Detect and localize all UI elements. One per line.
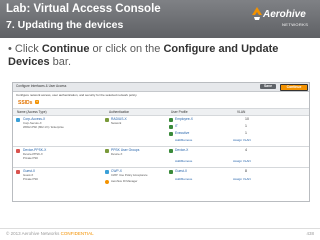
- profile-link[interactable]: Employee-X: [175, 117, 193, 121]
- ssid-sub2: Private PSK: [23, 177, 39, 181]
- ssid-icon: [16, 149, 20, 153]
- logo-word: Aerohive: [263, 9, 306, 20]
- id-manager-label: Aerohive ID Manager: [111, 179, 138, 183]
- table-row: Device-PPSK-X Device-PPSK-X Private PSK …: [13, 147, 309, 168]
- profile-link[interactable]: Device-X: [175, 148, 188, 152]
- table-row: Guest-X Guest-X Private PSK CWP-X CWP: U…: [13, 168, 309, 198]
- id-manager-icon: [105, 180, 109, 184]
- bullet: •: [8, 43, 12, 55]
- toolbar-title: Configure Interfaces & User Access: [16, 84, 67, 88]
- instruction-text: • Click Continue or click on the Configu…: [8, 43, 308, 69]
- col-name: Name (Access Type): [17, 110, 47, 114]
- profile-link[interactable]: IT: [175, 124, 178, 128]
- instruction-prefix: Click: [14, 43, 42, 55]
- vlan-value: 8: [245, 169, 247, 173]
- footer-divider: [0, 228, 320, 229]
- slide-subtitle: 7. Updating the devices: [6, 19, 124, 31]
- table-header: Name (Access Type) Authentication User P…: [13, 108, 309, 116]
- screenshot-panel: Configure Interfaces & User Access Save …: [12, 82, 310, 202]
- user-profile-icon: [169, 118, 173, 122]
- auth-sub: Network: [111, 121, 122, 125]
- radius-icon: [105, 118, 109, 122]
- slide-header: Lab: Virtual Access Console 7. Updating …: [0, 0, 320, 38]
- vlan-value: 4: [245, 148, 247, 152]
- vlan-value: 1: [245, 124, 247, 128]
- aerohive-logo: Aerohive NETWORKS: [252, 6, 314, 32]
- ssid-label: SSIDs: [18, 100, 33, 106]
- configure-update-bar[interactable]: Configure Interfaces & User Access Save …: [13, 83, 309, 92]
- save-button[interactable]: Save: [260, 84, 276, 89]
- aerohive-logo-icon: [252, 7, 262, 20]
- user-group-icon: [105, 149, 109, 153]
- instruction-continue: Continue: [41, 43, 90, 55]
- add-ssid-button[interactable]: +: [35, 100, 39, 104]
- vlan-value: 1: [245, 131, 247, 135]
- assign-vlan-link[interactable]: Assign VLAN: [233, 177, 251, 181]
- confidential-label: CONFIDENTIAL: [60, 231, 94, 236]
- col-user-profile: User Profile: [171, 110, 188, 114]
- auth-sub: Device-X: [111, 152, 123, 156]
- ssid-sub2: Private PSK: [23, 156, 39, 160]
- panel-description: Configure network access, user authentic…: [16, 93, 138, 97]
- add-remove-link[interactable]: Add/Remove: [175, 138, 192, 142]
- page-number: 438: [306, 231, 314, 236]
- logo-subtext: NETWORKS: [282, 22, 309, 27]
- profile-link[interactable]: Executive: [175, 131, 189, 135]
- copyright-text: © 2013 Aerohive Networks: [6, 231, 61, 236]
- slide: Lab: Virtual Access Console 7. Updating …: [0, 0, 320, 240]
- instruction-suffix: bar.: [49, 56, 71, 68]
- ssid-icon: [16, 118, 20, 122]
- assign-vlan-link[interactable]: Assign VLAN: [233, 138, 251, 142]
- col-auth: Authentication: [109, 110, 130, 114]
- vlan-value: 10: [245, 117, 249, 121]
- user-profile-icon: [169, 125, 173, 129]
- auth-sub: CWP: Use Policy Acceptance: [111, 173, 148, 177]
- ssid-icon: [16, 170, 20, 174]
- slide-title: Lab: Virtual Access Console: [6, 3, 161, 15]
- user-profile-icon: [169, 170, 173, 174]
- assign-vlan-link[interactable]: Assign VLAN: [233, 159, 251, 163]
- ssid-sub2: WPA2-PSK (802.1X) / Enterprise: [23, 125, 64, 129]
- instruction-middle: or click on the: [89, 43, 164, 55]
- add-remove-link[interactable]: Add/Remove: [175, 177, 192, 181]
- continue-button[interactable]: Continue: [280, 84, 308, 91]
- add-remove-link[interactable]: Add/Remove: [175, 159, 192, 163]
- user-profile-icon: [169, 149, 173, 153]
- cwp-icon: [105, 170, 109, 174]
- table-row: Corp-Access-X Corp-Secure-X WPA2-PSK (80…: [13, 116, 309, 147]
- footer-copyright: © 2013 Aerohive Networks CONFIDENTIAL: [6, 231, 94, 236]
- user-profile-icon: [169, 132, 173, 136]
- profile-link[interactable]: Guest-X: [175, 169, 187, 173]
- col-vlan: VLAN: [237, 110, 246, 114]
